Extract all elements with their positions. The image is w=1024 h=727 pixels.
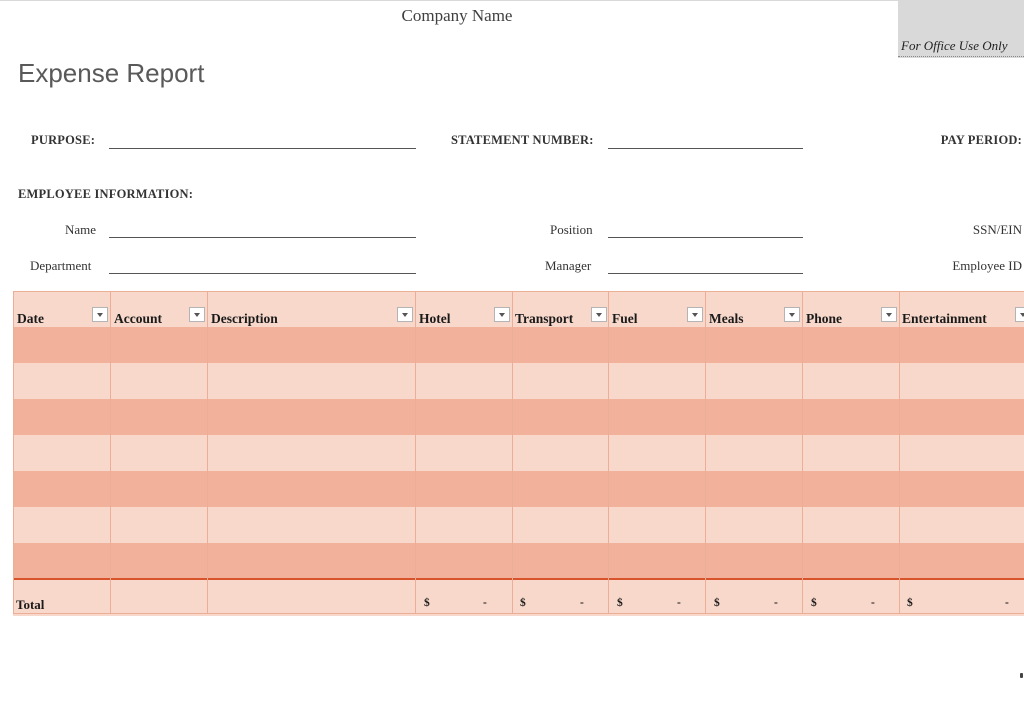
total-meals-value: - bbox=[774, 597, 778, 609]
column-divider bbox=[13, 291, 14, 614]
page-title[interactable]: Expense Report bbox=[18, 58, 204, 89]
column-header-phone[interactable]: Phone bbox=[806, 311, 842, 327]
column-divider bbox=[207, 291, 208, 614]
table-row[interactable] bbox=[13, 471, 1024, 507]
total-entertainment-currency: $ bbox=[907, 597, 913, 609]
position-label: Position bbox=[550, 222, 593, 237]
pay-period-label: PAY PERIOD: bbox=[940, 133, 1022, 147]
total-entertainment-value: - bbox=[1005, 597, 1009, 609]
top-border bbox=[0, 0, 1024, 1]
filter-dropdown-entertainment-icon[interactable] bbox=[1015, 307, 1024, 322]
edge-marker bbox=[1020, 673, 1023, 678]
column-divider bbox=[705, 291, 706, 614]
position-field[interactable] bbox=[608, 237, 803, 238]
column-header-account[interactable]: Account bbox=[114, 311, 162, 327]
total-transport-currency: $ bbox=[520, 597, 526, 609]
table-row[interactable] bbox=[13, 507, 1024, 543]
name-field[interactable] bbox=[109, 237, 416, 238]
table-row[interactable] bbox=[13, 435, 1024, 471]
department-label: Department bbox=[30, 258, 92, 273]
column-header-hotel[interactable]: Hotel bbox=[419, 311, 451, 327]
column-header-transport[interactable]: Transport bbox=[515, 311, 573, 327]
table-row[interactable] bbox=[13, 327, 1024, 363]
column-divider bbox=[802, 291, 803, 614]
employee-info-heading: EMPLOYEE INFORMATION: bbox=[18, 187, 194, 201]
department-field[interactable] bbox=[109, 273, 416, 274]
statement-number-label: STATEMENT NUMBER: bbox=[451, 133, 594, 147]
filter-dropdown-date-icon[interactable] bbox=[92, 307, 108, 322]
filter-dropdown-phone-icon[interactable] bbox=[881, 307, 897, 322]
table-bottom-border bbox=[13, 613, 1024, 614]
filter-dropdown-account-icon[interactable] bbox=[189, 307, 205, 322]
table-row[interactable] bbox=[13, 399, 1024, 435]
manager-label: Manager bbox=[545, 258, 592, 273]
filter-dropdown-fuel-icon[interactable] bbox=[687, 307, 703, 322]
total-meals-currency: $ bbox=[714, 597, 720, 609]
total-label: Total bbox=[16, 597, 45, 612]
column-header-fuel[interactable]: Fuel bbox=[612, 311, 638, 327]
filter-dropdown-meals-icon[interactable] bbox=[784, 307, 800, 322]
column-divider bbox=[608, 291, 609, 614]
filter-dropdown-description-icon[interactable] bbox=[397, 307, 413, 322]
employee-id-label: Employee ID bbox=[952, 258, 1022, 273]
table-row[interactable] bbox=[13, 543, 1024, 579]
column-header-meals[interactable]: Meals bbox=[709, 311, 744, 327]
column-header-entertainment[interactable]: Entertainment bbox=[902, 311, 987, 327]
purpose-field[interactable] bbox=[109, 148, 416, 149]
column-divider bbox=[110, 291, 111, 614]
office-use-divider bbox=[898, 56, 1024, 57]
column-divider bbox=[899, 291, 900, 614]
table-row[interactable] bbox=[13, 363, 1024, 399]
column-divider bbox=[415, 291, 416, 614]
company-name[interactable]: Company Name bbox=[0, 6, 914, 26]
purpose-label: PURPOSE: bbox=[31, 133, 96, 147]
statement-number-field[interactable] bbox=[608, 148, 803, 149]
column-header-date[interactable]: Date bbox=[17, 311, 44, 327]
manager-field[interactable] bbox=[608, 273, 803, 274]
filter-dropdown-hotel-icon[interactable] bbox=[494, 307, 510, 322]
column-header-description[interactable]: Description bbox=[211, 311, 278, 327]
total-fuel-currency: $ bbox=[617, 597, 623, 609]
total-fuel-value: - bbox=[677, 597, 681, 609]
expense-table: Date Account Description Hotel Transport… bbox=[13, 291, 1024, 616]
total-transport-value: - bbox=[580, 597, 584, 609]
total-hotel-currency: $ bbox=[424, 597, 430, 609]
column-divider bbox=[512, 291, 513, 614]
total-phone-currency: $ bbox=[811, 597, 817, 609]
total-phone-value: - bbox=[871, 597, 875, 609]
office-use-label: For Office Use Only bbox=[901, 38, 1008, 53]
ssn-label: SSN/EIN bbox=[972, 222, 1022, 237]
name-label: Name bbox=[65, 222, 97, 237]
total-hotel-value: - bbox=[483, 597, 487, 609]
filter-dropdown-transport-icon[interactable] bbox=[591, 307, 607, 322]
